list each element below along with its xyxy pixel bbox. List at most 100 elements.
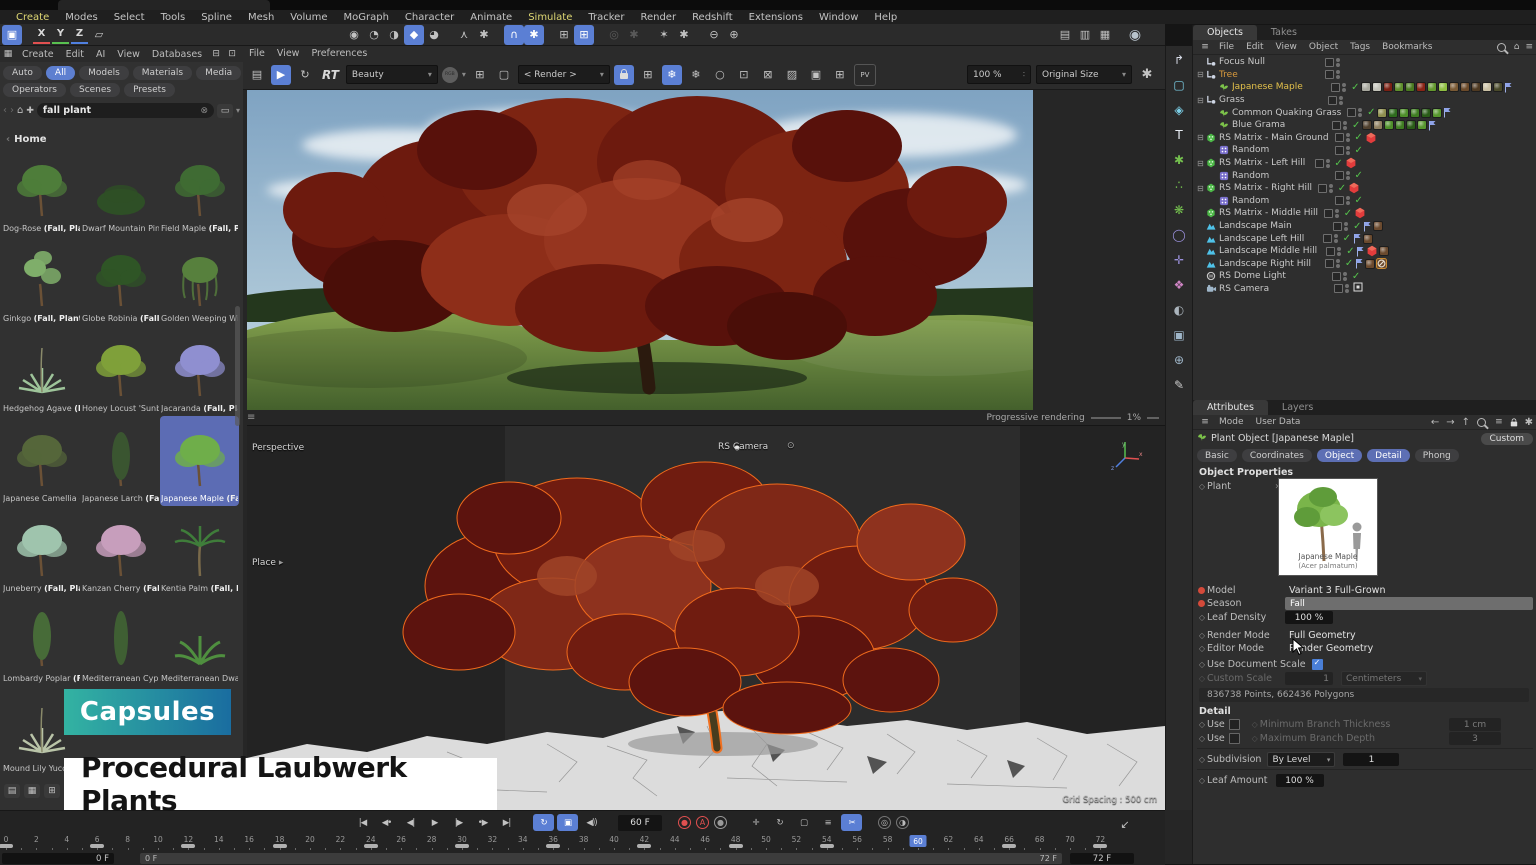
visibility-dots[interactable] (1339, 96, 1343, 105)
annotation-tag-icon[interactable] (1356, 246, 1365, 257)
material-tag[interactable] (1482, 82, 1492, 92)
asset-mediterranean-dwarf[interactable]: Mediterranean Dwarf ... (160, 596, 239, 686)
history-back-icon[interactable]: ← (1431, 417, 1439, 428)
object-row-landscape-main[interactable]: Landscape Main✓ (1193, 220, 1536, 233)
material-tag[interactable] (1373, 221, 1383, 231)
layer-toggle[interactable] (1335, 171, 1344, 180)
tab-attributes[interactable]: Attributes (1193, 400, 1268, 415)
visibility-dots[interactable] (1335, 209, 1339, 218)
tab-all[interactable]: All (46, 66, 75, 80)
material-tag[interactable] (1471, 82, 1481, 92)
layer-toggle[interactable] (1325, 58, 1334, 67)
max-branch-use-checkbox[interactable] (1229, 733, 1240, 744)
min-branch-use-checkbox[interactable] (1229, 719, 1240, 730)
points-mode-icon[interactable]: ◉ (344, 25, 364, 45)
object-row-common-quaking-grass[interactable]: Common Quaking Grass✓ (1193, 106, 1536, 119)
object-row-rs-dome-light[interactable]: RS Dome Light✓ (1193, 270, 1536, 283)
material-tag[interactable] (1388, 108, 1398, 118)
material-tag[interactable] (1449, 82, 1459, 92)
enabled-check-icon[interactable]: ✓ (1350, 120, 1362, 131)
expander-icon[interactable]: ⊟ (1197, 70, 1206, 79)
focus-b-icon[interactable]: ⊠ (758, 65, 778, 85)
min-branch-row[interactable]: ◇Use ◇ Minimum Branch Thickness 1 cm (1197, 718, 1533, 731)
material-tag[interactable] (1384, 120, 1394, 130)
attr-tab-detail[interactable]: Detail (1367, 449, 1410, 462)
disabled-material-tag-icon[interactable] (1376, 258, 1387, 269)
enabled-check-icon[interactable]: ✓ (1353, 195, 1365, 206)
material-tag[interactable] (1363, 234, 1373, 244)
layer-toggle[interactable] (1318, 184, 1327, 193)
asset-mediterranean-cypres[interactable]: Mediterranean Cypres... (81, 596, 160, 686)
asset-jacaranda-fall-plant[interactable]: Jacaranda (Fall, Plant) (160, 326, 239, 416)
redshift-tag-icon[interactable] (1345, 157, 1357, 169)
grid-toggle-icon[interactable]: ⊞ (554, 25, 574, 45)
camera-label[interactable]: RS Camera (718, 442, 768, 452)
visibility-dots[interactable] (1336, 259, 1340, 268)
visibility-dots[interactable] (1329, 184, 1333, 193)
environment-icon[interactable]: ◐ (1169, 300, 1189, 319)
object-row-rs-matrix-left-hill[interactable]: ⊟RS Matrix - Left Hill✓ (1193, 157, 1536, 170)
object-row-landscape-middle-hill[interactable]: Landscape Middle Hill✓ (1193, 245, 1536, 258)
ab-menu-create[interactable]: Create (16, 49, 60, 60)
object-row-landscape-right-hill[interactable]: Landscape Right Hill✓ (1193, 258, 1536, 271)
layer-toggle[interactable] (1315, 159, 1324, 168)
object-row-landscape-left-hill[interactable]: Landscape Left Hill✓ (1193, 232, 1536, 245)
object-row-blue-grama[interactable]: Blue Grama✓ (1193, 119, 1536, 132)
keyframe-selection-icon[interactable]: ◎ (878, 816, 891, 829)
object-row-random[interactable]: Random✓ (1193, 144, 1536, 157)
deformer-axis-icon[interactable]: ✛ (1169, 250, 1189, 269)
crop-region-icon[interactable]: ▢ (494, 65, 514, 85)
visibility-dots[interactable] (1358, 108, 1362, 117)
cube-primitive-icon[interactable]: ◈ (1169, 100, 1189, 119)
ab-menu-view[interactable]: View (111, 49, 146, 60)
zoom-field[interactable]: 100 %∶ (967, 65, 1031, 84)
om-menu-object[interactable]: Object (1303, 42, 1344, 52)
asset-juneberry-fall-plant[interactable]: Juneberry (Fall, Plant) (2, 506, 81, 596)
window-tab[interactable] (58, 0, 270, 10)
menu-mograph[interactable]: MoGraph (335, 12, 396, 23)
model-row[interactable]: Model Variant 3 Full-Grown (1197, 584, 1533, 597)
leaf-amount-row[interactable]: ◇Leaf Amount 100 % (1197, 774, 1533, 787)
object-row-rs-matrix-right-hill[interactable]: ⊟RS Matrix - Right Hill✓ (1193, 182, 1536, 195)
object-row-grass[interactable]: ⊟Grass (1193, 94, 1536, 107)
visibility-dots[interactable] (1343, 121, 1347, 130)
render-picture-viewer-icon[interactable]: ▥ (1075, 25, 1095, 45)
enabled-check-icon[interactable]: ✓ (1351, 221, 1363, 232)
view-label[interactable]: Perspective (252, 443, 304, 453)
object-row-rs-matrix-middle-hill[interactable]: RS Matrix - Middle Hill✓ (1193, 207, 1536, 220)
material-tag[interactable] (1395, 120, 1405, 130)
modeling-axis-icon[interactable]: ⊕ (724, 25, 744, 45)
material-tag[interactable] (1372, 82, 1382, 92)
expander-icon[interactable]: ⊟ (1197, 159, 1206, 168)
menu-mesh[interactable]: Mesh (240, 12, 282, 23)
visibility-dots[interactable] (1336, 58, 1340, 67)
material-tag[interactable] (1383, 82, 1393, 92)
attr-tab-basic[interactable]: Basic (1197, 449, 1237, 462)
layer-toggle[interactable] (1333, 222, 1342, 231)
layout-grid-icon[interactable]: ⊡ (224, 47, 240, 61)
record-rotation-icon[interactable]: ↻ (769, 814, 790, 831)
layer-toggle[interactable] (1332, 121, 1341, 130)
asset-panel-icon[interactable]: ▦ (0, 47, 16, 61)
om-search-icon[interactable] (1497, 43, 1506, 52)
season-row[interactable]: Season Fall (1197, 597, 1533, 610)
sound-icon[interactable]: ◀)) (581, 814, 602, 831)
menu-volume[interactable]: Volume (282, 12, 335, 23)
render-slot-dropdown[interactable]: < Render >▾ (518, 65, 610, 84)
attr-search-icon[interactable] (1477, 418, 1486, 427)
menu-tools[interactable]: Tools (153, 12, 194, 23)
om-menu-tags[interactable]: Tags (1344, 42, 1376, 52)
layer-toggle[interactable] (1335, 133, 1344, 142)
thumb-large-icon[interactable]: ▦ (24, 784, 40, 798)
layer-toggle[interactable] (1328, 96, 1337, 105)
tab-layers[interactable]: Layers (1268, 400, 1327, 415)
visibility-dots[interactable] (1345, 284, 1349, 293)
plant-row[interactable]: ◇Plant › (1197, 480, 1279, 493)
visibility-dots[interactable] (1344, 222, 1348, 231)
live-selection-icon[interactable]: ▣ (2, 25, 22, 45)
tab-objects[interactable]: Objects (1193, 25, 1257, 40)
menu-extensions[interactable]: Extensions (741, 12, 811, 23)
doc-range-icon[interactable]: ▣ (557, 814, 578, 831)
material-tag[interactable] (1410, 108, 1420, 118)
visibility-dots[interactable] (1336, 70, 1340, 79)
